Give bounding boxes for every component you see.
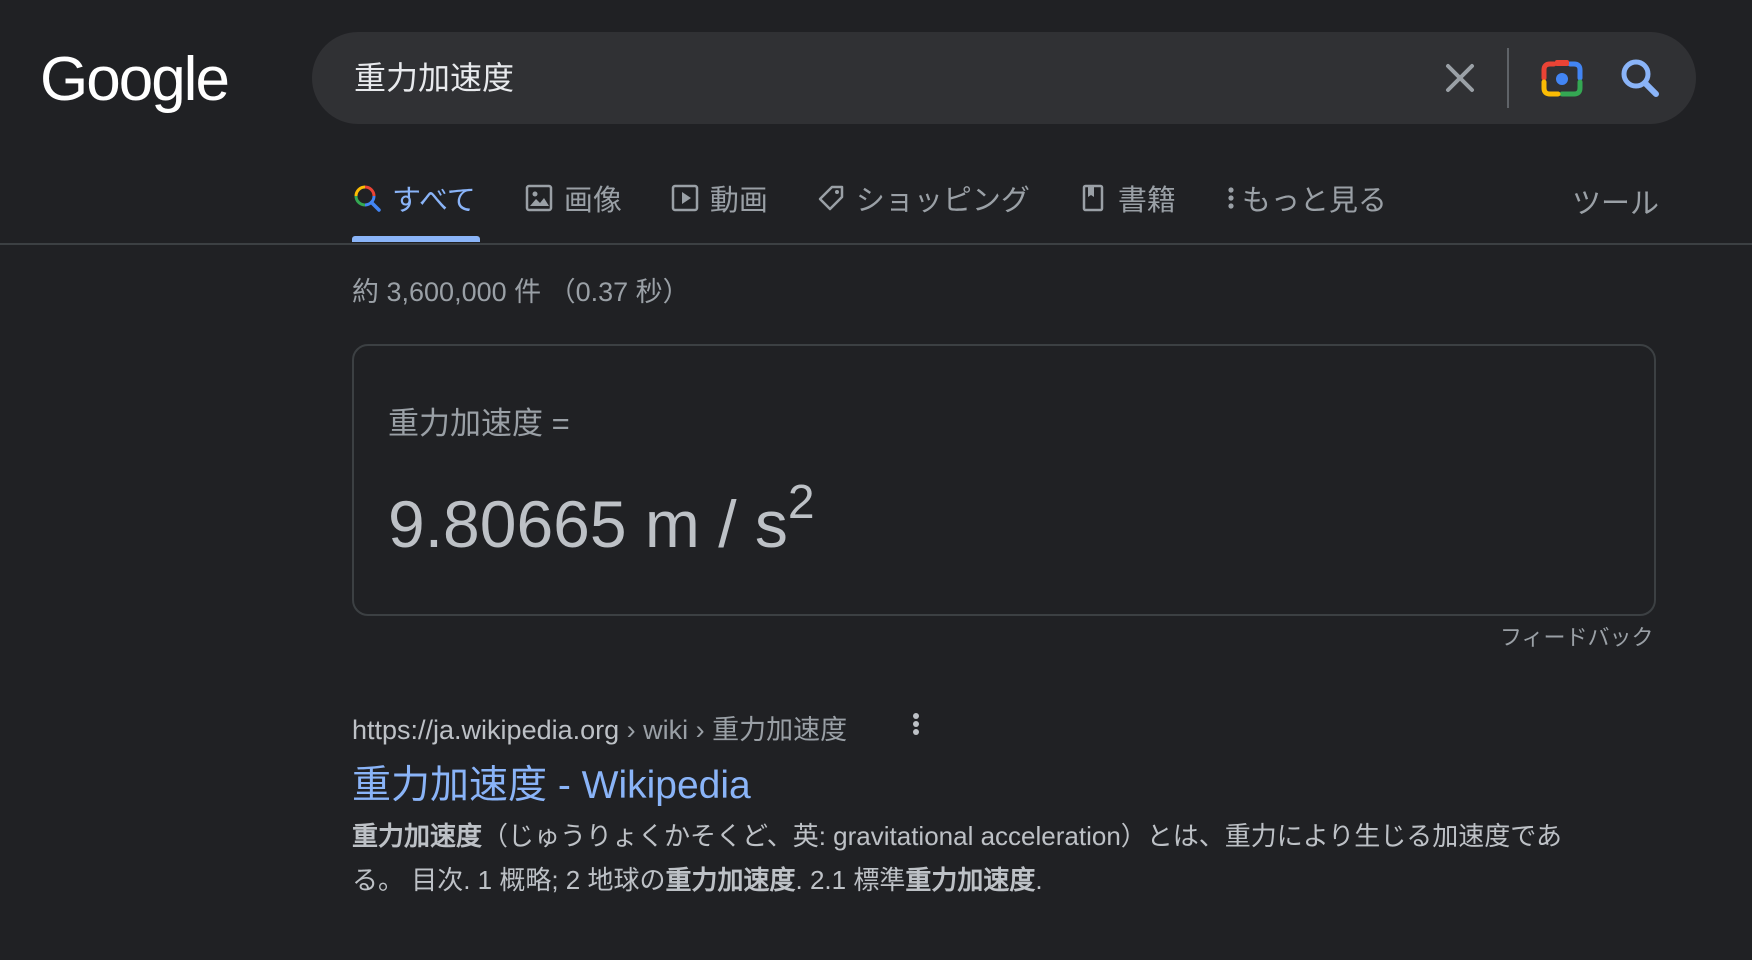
close-icon (1446, 64, 1474, 92)
tab-images[interactable]: 画像 (524, 172, 622, 224)
unit-converter-card: 重力加速度 = 9.80665 m / s2 (352, 344, 1656, 616)
more-vert-icon (913, 713, 919, 735)
search-by-image-button[interactable] (1536, 52, 1588, 104)
search-input[interactable]: 重力加速度 (354, 54, 514, 102)
result-more-button[interactable] (904, 708, 928, 740)
snippet-highlight: 重力加速度 (352, 821, 483, 851)
more-vert-icon (1228, 187, 1234, 209)
tab-label: ショッピング (855, 185, 1030, 217)
feedback-link[interactable]: フィードバック (1500, 620, 1654, 652)
tab-label: 画像 (563, 185, 622, 217)
snippet-highlight: 重力加速度 (665, 865, 796, 895)
clear-search-button[interactable] (1436, 54, 1484, 102)
tools-button[interactable]: ツール (1572, 180, 1659, 222)
play-icon (671, 184, 699, 212)
search-icon (1621, 59, 1659, 97)
camera-icon (1541, 60, 1583, 97)
tab-books[interactable]: 書籍 (1078, 172, 1176, 224)
tab-shopping[interactable]: ショッピング (816, 172, 1030, 224)
tab-more[interactable]: もっと見る (1224, 172, 1387, 224)
tab-label: すべて (392, 185, 476, 217)
tab-label: 書籍 (1117, 185, 1176, 217)
search-box-divider (1507, 48, 1509, 108)
google-logo[interactable]: Google (40, 44, 230, 116)
tab-videos[interactable]: 動画 (670, 172, 768, 224)
search-box[interactable]: 重力加速度 (312, 32, 1696, 124)
converter-number: 9.80665 m / s (388, 487, 788, 561)
converter-label: 重力加速度 = (388, 406, 570, 441)
snippet-highlight: 重力加速度 (905, 865, 1036, 895)
search-icon (354, 185, 381, 212)
snippet-text: . 2.1 標準 (795, 865, 906, 895)
tabs-divider (0, 243, 1752, 245)
result-url[interactable]: https://ja.wikipedia.org › wiki › 重力加速度 (352, 708, 847, 747)
result-url-path: › wiki › 重力加速度 (619, 715, 848, 745)
snippet-text: . (1035, 865, 1043, 895)
tag-icon (818, 185, 844, 211)
result-snippet: 重力加速度（じゅうりょくかそくど、英: gravitational accele… (352, 814, 1592, 902)
search-tabs: すべて 画像 動画 ショッピング 書籍 もっと見る (352, 172, 1435, 244)
result-stats: 約 3,600,000 件 （0.37 秒） (352, 277, 690, 307)
converter-value: 9.80665 m / s2 (388, 464, 815, 569)
result-title-link[interactable]: 重力加速度 - Wikipedia (352, 754, 751, 810)
image-icon (525, 184, 553, 212)
tab-label: もっと見る (1241, 185, 1387, 217)
tab-all[interactable]: すべて (352, 172, 480, 242)
search-button[interactable] (1614, 52, 1666, 104)
result-url-host: https://ja.wikipedia.org (352, 715, 620, 745)
book-icon (1082, 184, 1104, 212)
tab-label: 動画 (709, 185, 768, 217)
converter-exponent: 2 (787, 476, 815, 529)
